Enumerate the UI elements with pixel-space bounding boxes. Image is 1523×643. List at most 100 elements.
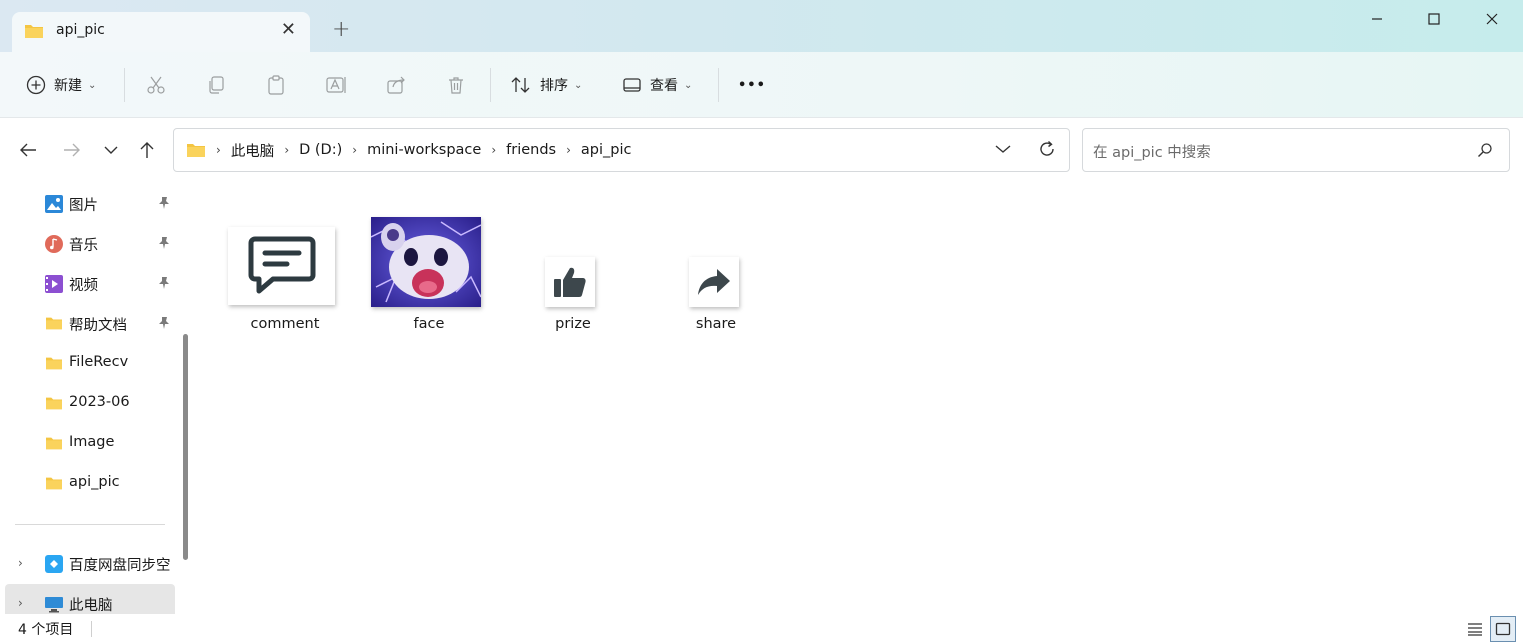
- file-item-share[interactable]: share: [656, 212, 776, 342]
- folder-icon: [24, 22, 44, 44]
- share-arrow-icon: [689, 257, 739, 307]
- pin-icon: [157, 316, 171, 334]
- refresh-button[interactable]: [1038, 140, 1056, 162]
- expand-chevron-icon[interactable]: ›: [18, 556, 23, 570]
- sidebar-item-label: Image: [69, 434, 115, 450]
- music-icon: [45, 235, 63, 253]
- this-pc-icon: [45, 595, 63, 613]
- share-button[interactable]: [386, 52, 406, 118]
- expand-chevron-icon[interactable]: ›: [18, 596, 23, 610]
- view-button[interactable]: 查看 ⌄: [622, 52, 692, 118]
- breadcrumb-drive-d[interactable]: D (D:): [299, 142, 342, 158]
- maximize-button[interactable]: [1405, 0, 1463, 38]
- chevron-down-icon: [104, 146, 118, 154]
- file-item-face[interactable]: face: [369, 212, 489, 342]
- scissors-icon: [147, 76, 165, 94]
- video-icon: [45, 275, 63, 293]
- chevron-down-icon: [995, 145, 1011, 153]
- trash-icon: [449, 77, 463, 94]
- rename-icon: [326, 77, 346, 93]
- breadcrumb-api-pic[interactable]: api_pic: [581, 142, 632, 158]
- arrow-right-icon: [64, 143, 80, 157]
- sidebar-item-help-docs[interactable]: 帮助文档: [0, 304, 176, 344]
- folder-icon: [45, 355, 63, 373]
- close-tab-button[interactable]: ✕: [281, 20, 296, 40]
- search-box[interactable]: 在 api_pic 中搜索: [1082, 128, 1510, 172]
- pin-icon: [157, 276, 171, 294]
- tiles-view-icon: [1495, 622, 1511, 636]
- minimize-button[interactable]: [1348, 0, 1406, 38]
- copy-icon: [209, 76, 224, 94]
- sort-button[interactable]: 排序 ⌄: [510, 52, 582, 118]
- toolbar-divider: [718, 68, 719, 102]
- arrow-up-icon: [140, 142, 154, 158]
- sidebar-item-image[interactable]: Image: [0, 424, 176, 464]
- file-name: comment: [250, 316, 320, 332]
- breadcrumb-separator[interactable]: ›: [352, 143, 357, 157]
- paste-button[interactable]: [266, 52, 286, 118]
- sidebar-item-baidu-netdisk[interactable]: › 百度网盘同步空: [0, 544, 176, 584]
- cut-button[interactable]: [146, 52, 166, 118]
- minimize-icon: [1372, 18, 1382, 20]
- file-view: comment face prize share: [196, 184, 1523, 614]
- copy-button[interactable]: [206, 52, 226, 118]
- sidebar-item-2023-06[interactable]: 2023-06: [0, 384, 176, 424]
- sidebar-item-video[interactable]: 视频: [0, 264, 176, 304]
- breadcrumb-mini-workspace[interactable]: mini-workspace: [367, 142, 481, 158]
- sidebar-item-label: 视频: [69, 278, 98, 294]
- folder-icon: [45, 435, 63, 453]
- more-options-button[interactable]: •••: [738, 52, 766, 118]
- tab-api-pic[interactable]: api_pic ✕: [12, 12, 310, 52]
- breadcrumb-separator[interactable]: ›: [284, 143, 289, 157]
- sidebar-item-filerecv[interactable]: FileRecv: [0, 344, 176, 384]
- rename-button[interactable]: [326, 52, 348, 118]
- view-label: 查看: [650, 78, 678, 94]
- breadcrumb-separator[interactable]: ›: [566, 143, 571, 157]
- details-view-button[interactable]: [1462, 616, 1488, 642]
- new-tab-button[interactable]: +: [332, 18, 350, 42]
- up-button[interactable]: [133, 136, 161, 164]
- folder-icon: [45, 395, 63, 413]
- clipboard-icon: [268, 75, 284, 95]
- navigation-pane: 图片 音乐 视频 帮助文档 FileRecv 2023-06 Image api…: [0, 184, 196, 614]
- breadcrumb-separator[interactable]: ›: [491, 143, 496, 157]
- large-icons-view-button[interactable]: [1490, 616, 1516, 642]
- file-item-prize[interactable]: prize: [513, 212, 633, 342]
- folder-icon: [45, 475, 63, 493]
- search-icon: [1477, 142, 1493, 162]
- sidebar-item-pictures[interactable]: 图片: [0, 184, 176, 224]
- address-history-button[interactable]: [995, 142, 1011, 158]
- back-button[interactable]: [14, 136, 42, 164]
- thumbs-up-icon: [545, 257, 595, 307]
- status-bar: 4 个项目: [0, 614, 1523, 643]
- chevron-down-icon: ⌄: [684, 79, 693, 91]
- sidebar-item-label: api_pic: [69, 474, 120, 490]
- sidebar-item-api-pic[interactable]: api_pic: [0, 464, 176, 504]
- pin-icon: [157, 236, 171, 254]
- forward-button[interactable]: [58, 136, 86, 164]
- sidebar-item-label: 2023-06: [69, 394, 130, 410]
- sidebar-item-label: FileRecv: [69, 354, 129, 370]
- share-icon: [387, 76, 405, 94]
- new-button[interactable]: 新建 ⌄: [26, 52, 96, 118]
- folder-icon: [187, 144, 205, 157]
- plus-circle-icon: [26, 75, 46, 95]
- toolbar-divider: [124, 68, 125, 102]
- address-bar[interactable]: › 此电脑 › D (D:) › mini-workspace › friend…: [173, 128, 1070, 172]
- file-item-comment[interactable]: comment: [225, 212, 345, 342]
- chevron-down-icon: ⌄: [574, 79, 583, 91]
- breadcrumb-this-pc[interactable]: 此电脑: [231, 140, 275, 161]
- sidebar-item-this-pc[interactable]: › 此电脑: [5, 584, 175, 614]
- command-bar: 新建 ⌄ 排序 ⌄ 查看 ⌄ •••: [0, 52, 1523, 118]
- delete-button[interactable]: [446, 52, 466, 118]
- breadcrumb-separator: ›: [216, 143, 221, 157]
- sidebar-item-music[interactable]: 音乐: [0, 224, 176, 264]
- list-view-icon: [1468, 623, 1482, 636]
- arrow-left-icon: [20, 143, 36, 157]
- chevron-down-icon: ⌄: [88, 79, 97, 91]
- breadcrumb-friends[interactable]: friends: [506, 142, 556, 158]
- recent-locations-button[interactable]: [97, 136, 125, 164]
- close-icon: [1486, 13, 1498, 25]
- sidebar-scrollbar[interactable]: [183, 334, 188, 560]
- close-window-button[interactable]: [1463, 0, 1521, 38]
